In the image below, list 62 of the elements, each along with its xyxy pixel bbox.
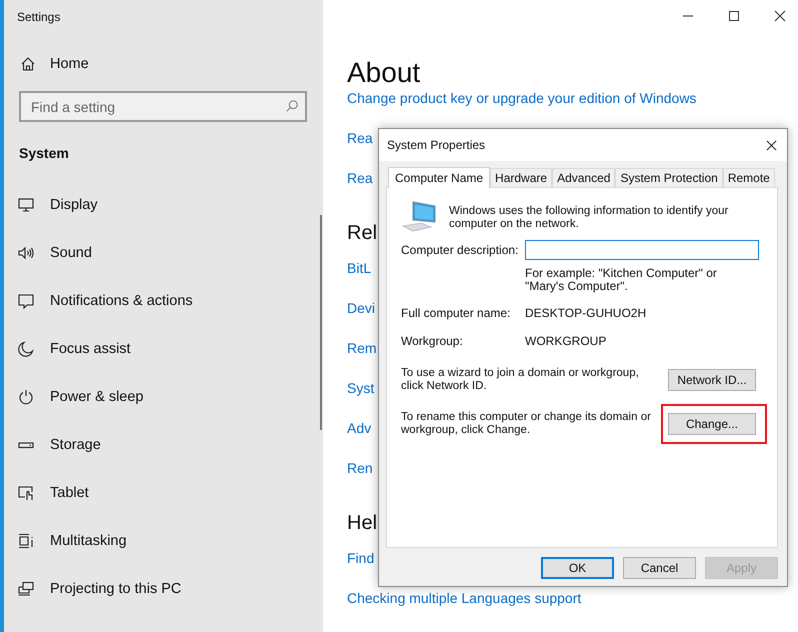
search-field[interactable]: Find a setting bbox=[19, 91, 307, 122]
settings-link[interactable]: Adv bbox=[347, 420, 372, 460]
settings-link[interactable]: Devi bbox=[347, 300, 376, 340]
section-heading: Hel bbox=[347, 512, 378, 536]
settings-link[interactable]: Change product key or upgrade your edition of Windows bbox=[347, 90, 696, 130]
sidebar-item[interactable]: Tablet bbox=[4, 469, 323, 517]
sidebar-item[interactable]: Sound bbox=[4, 229, 323, 277]
settings-link[interactable]: Find bbox=[347, 550, 374, 590]
dialog-title: System Properties bbox=[387, 138, 486, 152]
field-value: DESKTOP-GUHUO2H bbox=[525, 305, 648, 322]
computer-icon bbox=[401, 200, 437, 232]
multitasking-icon bbox=[18, 533, 34, 549]
field-label: Full computer name: bbox=[401, 305, 512, 322]
sound-icon bbox=[18, 245, 34, 261]
sidebar-item[interactable]: Notifications & actions bbox=[4, 277, 323, 325]
action-text: To rename this computer or change its domain or workgroup, click Change. bbox=[401, 411, 652, 437]
sidebar-item[interactable]: Power & sleep bbox=[4, 373, 323, 421]
settings-link[interactable]: Rea bbox=[347, 170, 373, 210]
tablet-icon bbox=[18, 485, 34, 501]
power-icon bbox=[18, 389, 34, 405]
sidebar-item[interactable]: Focus assist bbox=[4, 325, 323, 373]
display-icon bbox=[18, 197, 34, 213]
home-icon bbox=[20, 56, 36, 72]
window-title: Settings bbox=[16, 9, 62, 26]
settings-link[interactable]: Rea bbox=[347, 130, 373, 170]
tab[interactable]: Remote bbox=[722, 168, 775, 187]
intro-text: Windows uses the following information to identify your computer on the network. bbox=[449, 204, 730, 232]
field-label: Computer description: bbox=[401, 244, 520, 256]
settings-link[interactable]: BitL bbox=[347, 260, 372, 300]
close-icon[interactable] bbox=[766, 140, 777, 150]
search-icon bbox=[285, 99, 299, 113]
action-button[interactable]: Network ID... bbox=[668, 369, 756, 391]
settings-link[interactable]: Syst bbox=[347, 380, 374, 420]
action-text: To use a wizard to join a domain or workgroup, click Network ID. bbox=[401, 367, 640, 393]
sidebar-item[interactable]: Projecting to this PC bbox=[4, 565, 323, 613]
settings-link[interactable]: Checking multiple Languages support bbox=[347, 590, 582, 630]
hint-text: For example: "Kitchen Computer" or "Mary's Computer". bbox=[525, 265, 718, 295]
projecting-icon bbox=[18, 581, 34, 597]
description-field[interactable] bbox=[525, 240, 759, 260]
dialog-button[interactable]: Cancel bbox=[623, 557, 696, 579]
sidebar-item[interactable]: Storage bbox=[4, 421, 323, 469]
moon-icon bbox=[18, 341, 34, 357]
tab[interactable]: System Protection bbox=[615, 168, 723, 187]
close-icon[interactable] bbox=[774, 10, 786, 22]
sidebar-item[interactable]: Display bbox=[4, 181, 323, 229]
settings-link[interactable]: Ren bbox=[347, 460, 373, 500]
section-heading: Rel bbox=[347, 222, 378, 246]
tab[interactable]: Advanced bbox=[552, 168, 616, 187]
section-heading: System bbox=[18, 144, 70, 163]
home-item[interactable]: Home bbox=[4, 42, 323, 86]
tab[interactable]: Computer Name bbox=[388, 167, 490, 188]
tab[interactable]: Hardware bbox=[490, 168, 552, 187]
scrollbar[interactable] bbox=[320, 215, 322, 430]
page-title: About bbox=[347, 56, 422, 90]
notifications-icon bbox=[18, 293, 34, 309]
action-button[interactable]: Change... bbox=[668, 413, 756, 435]
field-value: WORKGROUP bbox=[525, 333, 608, 350]
settings-link[interactable]: Rem bbox=[347, 340, 377, 380]
dialog-button[interactable]: OK bbox=[541, 557, 614, 579]
maximize-icon[interactable] bbox=[728, 10, 740, 22]
field-label: Workgroup: bbox=[401, 333, 464, 350]
sidebar-item[interactable]: Multitasking bbox=[4, 517, 323, 565]
